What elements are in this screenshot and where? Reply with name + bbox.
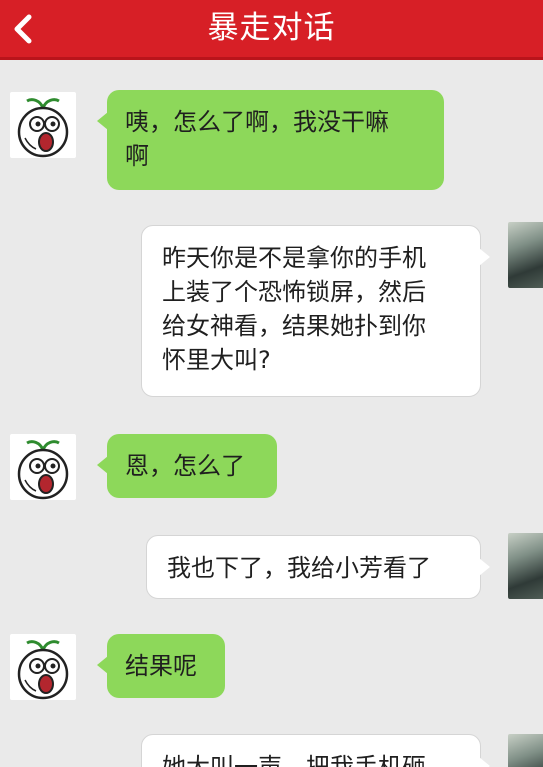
rage-face-avatar[interactable] bbox=[10, 434, 76, 500]
top-bar: 暴走对话 bbox=[0, 0, 543, 60]
warrior-avatar[interactable] bbox=[508, 734, 543, 767]
rage-face-avatar[interactable] bbox=[10, 634, 76, 700]
message-bubble[interactable]: 我也下了，我给小芳看了 bbox=[146, 535, 490, 599]
message-bubble[interactable]: 她大叫一声，把我手机砸 bbox=[141, 734, 490, 767]
message-list[interactable]: 咦，怎么了啊，我没干嘛 啊 昨天你是不是拿你的手机 上装了个恐怖锁屏，然后 给女… bbox=[0, 60, 543, 767]
message-bubble[interactable]: 恩，怎么了 bbox=[97, 434, 277, 498]
warrior-avatar[interactable] bbox=[508, 533, 543, 599]
message-bubble[interactable]: 结果呢 bbox=[97, 634, 225, 698]
warrior-avatar[interactable] bbox=[508, 222, 543, 288]
message-bubble[interactable]: 咦，怎么了啊，我没干嘛 啊 bbox=[97, 90, 444, 190]
rage-face-avatar[interactable] bbox=[10, 92, 76, 158]
page-title: 暴走对话 bbox=[207, 10, 336, 46]
message-bubble[interactable]: 昨天你是不是拿你的手机 上装了个恐怖锁屏，然后 给女神看，结果她扑到你 怀里大叫… bbox=[141, 225, 490, 397]
